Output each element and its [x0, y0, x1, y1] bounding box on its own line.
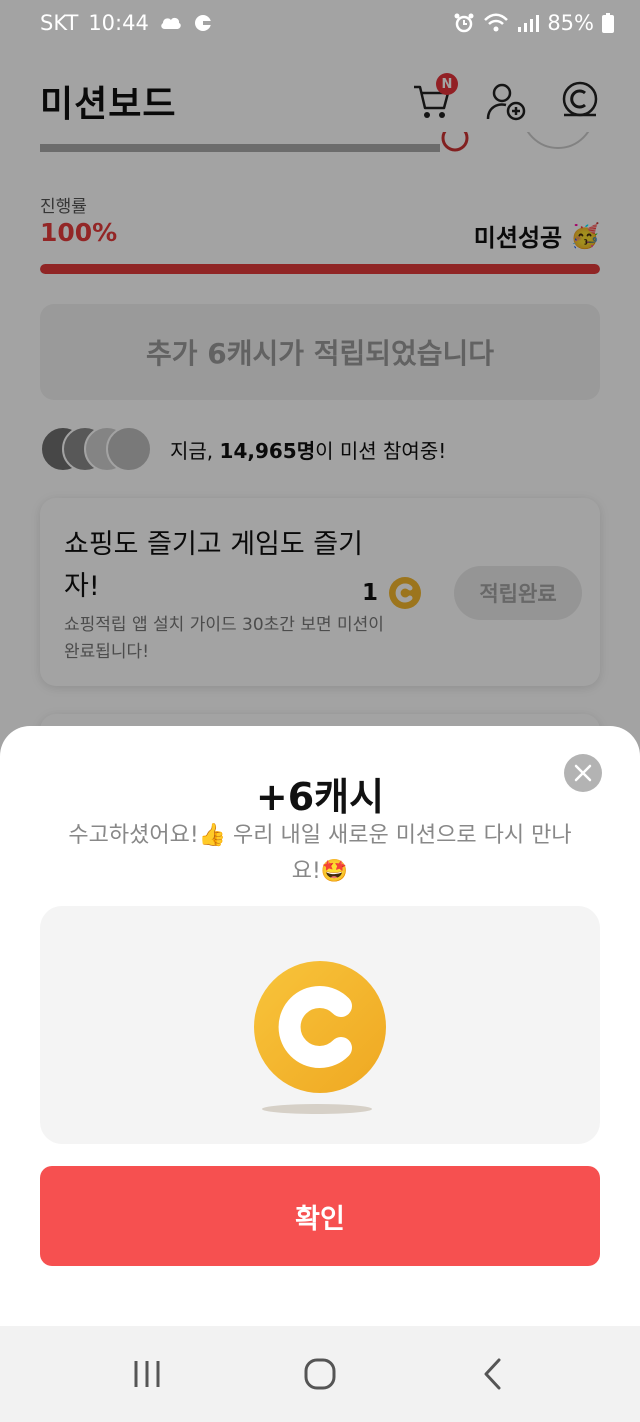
dialog-title: +6캐시 [255, 775, 385, 819]
signal-icon [517, 13, 540, 33]
home-button[interactable] [280, 1344, 360, 1404]
close-button[interactable] [564, 754, 602, 792]
system-nav-bar [0, 1326, 640, 1422]
coin-shadow [262, 1104, 372, 1114]
app-notification-icon [193, 13, 213, 33]
clock-label: 10:44 [88, 11, 149, 35]
coin-illustration-box [40, 906, 600, 1144]
carrier-label: SKT [40, 11, 79, 35]
battery-icon [602, 13, 614, 33]
close-icon [574, 764, 592, 782]
wifi-icon [483, 12, 509, 34]
home-icon [304, 1358, 336, 1390]
battery-percent: 85% [547, 11, 594, 35]
recent-apps-button[interactable] [107, 1344, 187, 1404]
cloud-notification-icon [159, 13, 183, 33]
coin-icon [254, 961, 386, 1093]
dialog-message: 수고하셨어요!👍 우리 내일 새로운 미션으로 다시 만나요!🤩 [68, 823, 572, 884]
recent-apps-icon [134, 1361, 160, 1387]
status-bar: SKT 10:44 85% [0, 0, 640, 46]
alarm-icon [453, 12, 475, 34]
confirm-button[interactable]: 확인 [40, 1166, 600, 1266]
back-icon [484, 1358, 501, 1390]
back-button[interactable] [453, 1344, 533, 1404]
reward-bottom-sheet: +6캐시 수고하셨어요!👍 우리 내일 새로운 미션으로 다시 만나요!🤩 확인 [0, 726, 640, 1326]
